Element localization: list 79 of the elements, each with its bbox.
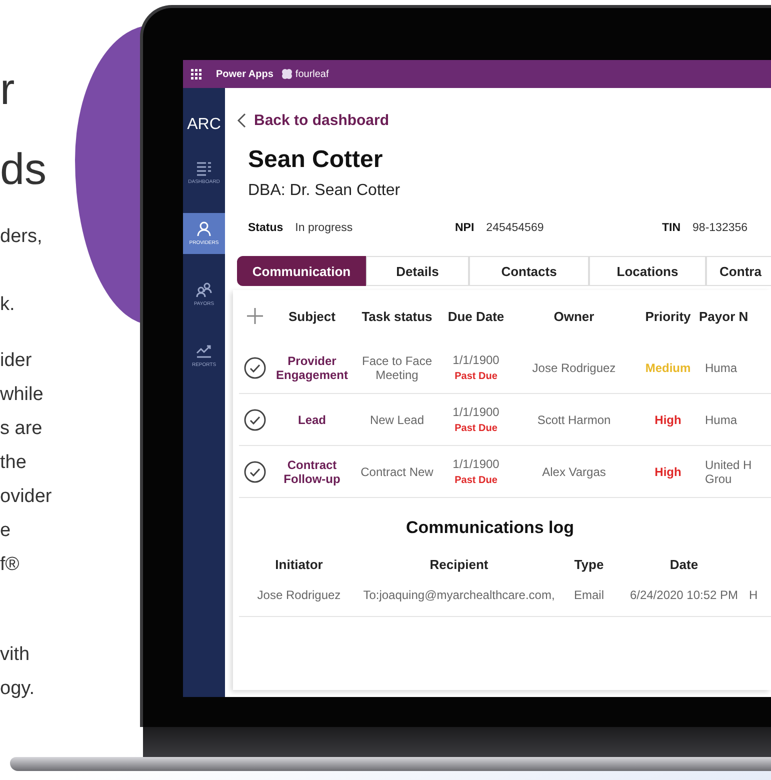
column-header: Initiator [274,556,324,572]
tab[interactable]: Locations [589,256,706,286]
priority-text: Medium [645,360,691,374]
table-cell: 1/1/1900 [452,353,500,367]
table-cell-text: 6/24/2020 10:52 PM [628,588,740,602]
body-text: ider [0,349,33,373]
column-header: Task status [360,308,434,324]
body-text: e [0,519,12,543]
subject-link[interactable]: Lead [298,412,326,426]
field-value: 245454569 [486,222,544,234]
priority-text: High [654,412,682,426]
field-label: Status [248,222,284,234]
brand-name: fourleaf [295,68,329,80]
body-text: k. [0,293,16,317]
body-text: while [0,383,44,407]
past-due-text: Past Due [454,371,498,382]
check-circle-icon[interactable] [244,460,266,482]
back-link[interactable]: Back to dashboard [237,110,390,130]
chevron-left-icon [237,112,246,128]
app-title: Power Apps [216,68,274,80]
list-icon [196,160,212,176]
table-cell: Jose Rodriguez [532,360,616,374]
section-title: Communications log [404,518,576,539]
past-due-text: Past Due [454,475,498,486]
body-text: vith [0,643,31,667]
column-header: Owner [552,308,596,324]
flower-logo-icon [281,68,294,80]
tab[interactable]: Contacts [469,256,589,286]
body-text: ders, [0,225,44,249]
table-cell: Contract New [360,464,434,478]
provider-name: Sean Cotter [248,146,384,174]
check-circle-icon[interactable] [244,408,266,430]
field-value: 98-132356 [692,222,748,234]
headline-text: ds [0,144,48,196]
column-header: Recipient [428,556,490,572]
trend-chart-icon [196,343,212,359]
table-cell-text: To:joaquing@myarchealthcare.com, [362,588,556,602]
past-due-text: Past Due [454,423,498,434]
tab[interactable]: Details [366,256,469,286]
column-header: Date [668,556,700,572]
field-value: In progress [295,222,353,234]
dba-text: DBA: Dr. Sean Cotter [248,182,402,201]
table-cell-text: H [749,588,759,602]
tab[interactable]: Contra [706,256,771,286]
tab[interactable]: Communication [237,256,366,286]
table-cell: Alex Vargas [542,464,606,478]
table-cell: New Lead [370,412,424,426]
priority-text: High [654,464,682,478]
body-text: ovider [0,485,53,509]
subject-link[interactable]: Provider Engagement [271,354,353,382]
field-label: NPI [455,222,474,234]
table-cell: Grou [705,472,732,486]
table-cell-text: Jose Rodriguez [256,588,342,602]
person-icon [196,221,212,237]
headline-text: r [0,64,16,116]
body-text: ogy. [0,677,36,701]
table-cell: Huma [705,360,738,374]
field-label: TIN [662,222,681,234]
table-cell-text: Face to Face Meeting [360,354,434,382]
column-header: Subject [288,308,336,324]
sidebar-logo: ARC [187,116,221,134]
table-cell: 1/1/1900 [452,457,500,471]
body-text: f® [0,553,20,577]
body-text: s are [0,417,44,441]
table-cell-text: Email [572,588,605,602]
table-cell: United H [705,458,752,472]
column-header: Payor N [699,308,750,324]
column-header: Priority [644,308,692,324]
column-header: Due Date [446,308,506,324]
subject-link[interactable]: Contract Follow-up [271,458,353,486]
table-cell: 1/1/1900 [452,405,500,419]
check-circle-icon[interactable] [244,356,266,378]
table-cell: Huma [705,412,738,426]
people-icon [196,282,212,298]
body-text: the [0,451,28,475]
add-icon[interactable] [247,308,263,324]
table-cell: Scott Harmon [537,412,611,426]
column-header: Type [573,556,605,572]
app-launcher-icon[interactable] [191,68,202,80]
